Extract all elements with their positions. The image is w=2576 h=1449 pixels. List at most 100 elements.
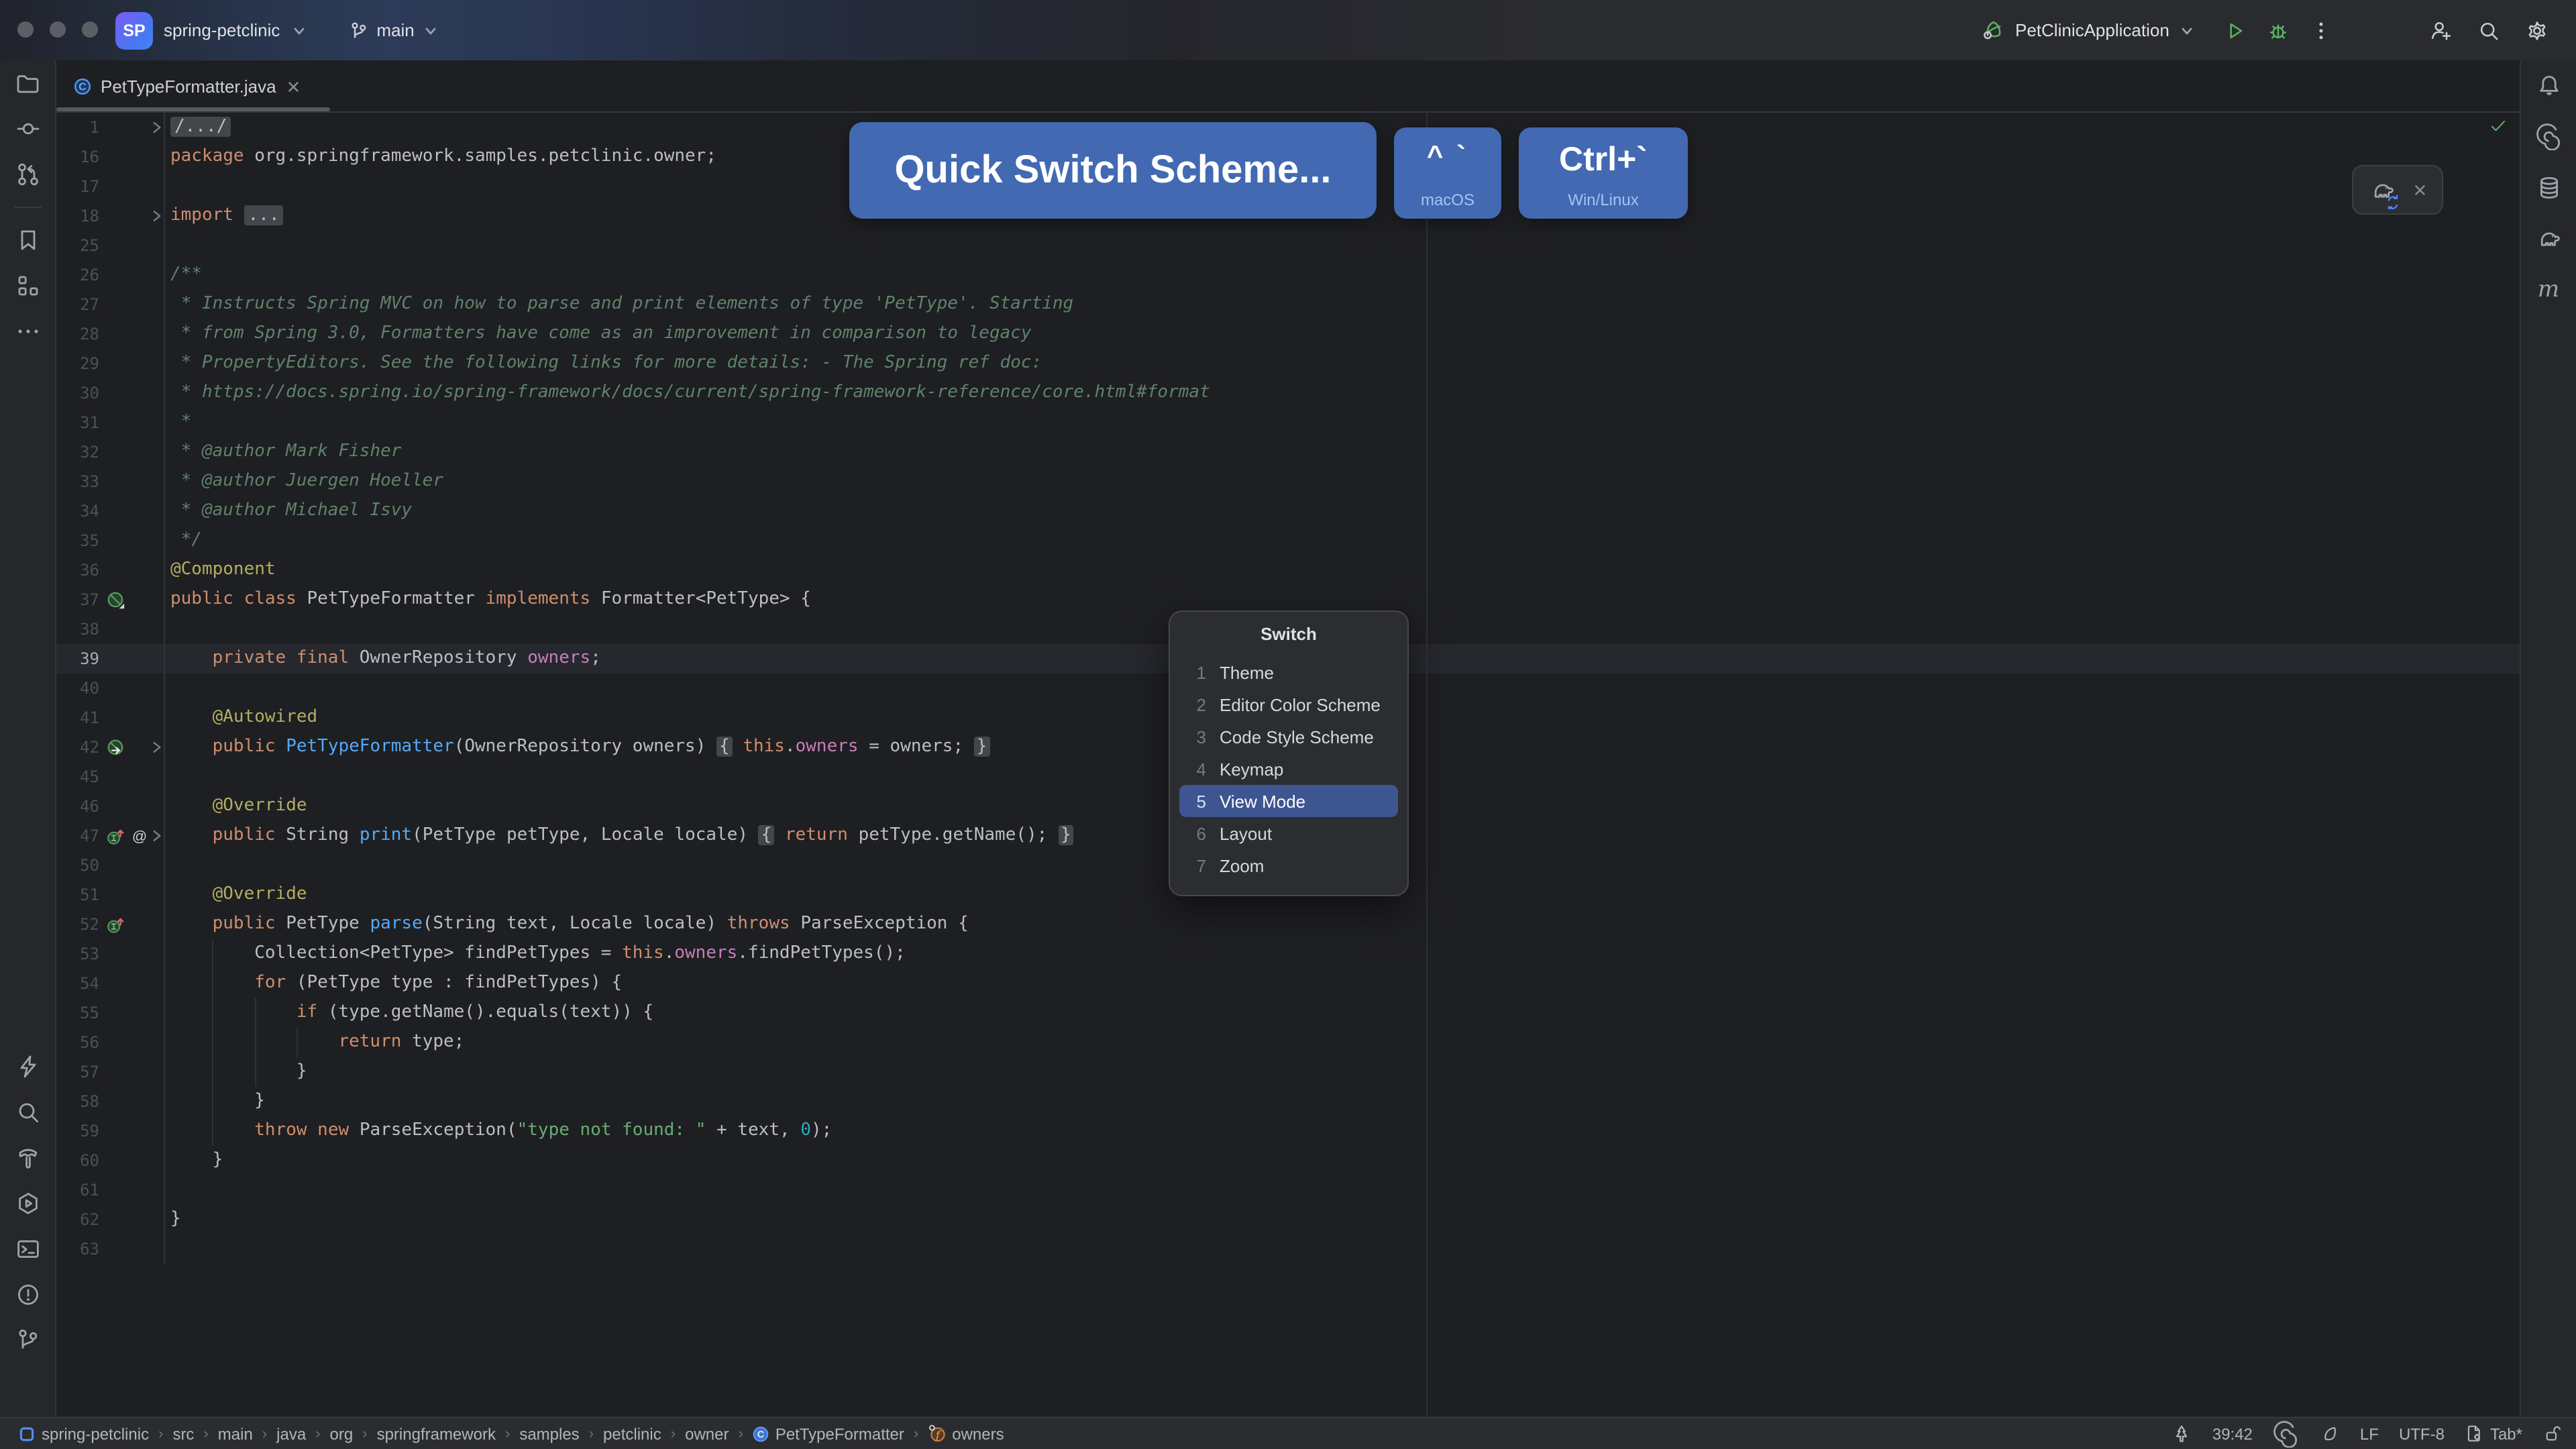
caret-position-widget[interactable]: 39:42: [2212, 1424, 2253, 1443]
bean-gutter-icon[interactable]: [106, 590, 125, 609]
code-text[interactable]: }: [164, 1057, 2520, 1087]
tool-window-button-pull-requests[interactable]: [0, 152, 55, 197]
editor-line-25[interactable]: 25: [56, 231, 2520, 260]
editor-line-30[interactable]: 30 * https://docs.spring.io/spring-frame…: [56, 378, 2520, 408]
code-with-me-button[interactable]: [2428, 18, 2453, 42]
tool-window-button-structure[interactable]: [0, 263, 55, 309]
code-text[interactable]: throw new ParseException("type not found…: [164, 1116, 2520, 1146]
popup-item-theme[interactable]: 1Theme: [1179, 656, 1398, 688]
unlocked-icon[interactable]: [2542, 1424, 2563, 1444]
code-text[interactable]: * Instructs Spring MVC on how to parse a…: [164, 290, 2520, 319]
tool-window-button-more-tool-windows[interactable]: [0, 309, 55, 354]
editor-line-52[interactable]: 52 public PetType parse(String text, Loc…: [56, 910, 2520, 939]
editor-line-36[interactable]: 36@Component: [56, 555, 2520, 585]
editor-line-27[interactable]: 27 * Instructs Spring MVC on how to pars…: [56, 290, 2520, 319]
editor-line-26[interactable]: 26/**: [56, 260, 2520, 290]
code-text[interactable]: * PropertyEditors. See the following lin…: [164, 349, 2520, 378]
code-text[interactable]: * https://docs.spring.io/spring-framewor…: [164, 378, 2520, 408]
editor-line-33[interactable]: 33 * @author Juergen Hoeller: [56, 467, 2520, 496]
editor-line-55[interactable]: 55 if (type.getName().equals(text)) {: [56, 998, 2520, 1028]
code-text[interactable]: * from Spring 3.0, Formatters have come …: [164, 319, 2520, 349]
code-text[interactable]: *: [164, 408, 2520, 437]
breadcrumb-java[interactable]: java: [276, 1424, 306, 1443]
popup-item-zoom[interactable]: 7Zoom: [1179, 849, 1398, 881]
code-text[interactable]: /**: [164, 260, 2520, 290]
code-text[interactable]: }: [164, 1087, 2520, 1116]
proofread-widget-icon[interactable]: [2320, 1424, 2340, 1444]
fold-chevron-icon[interactable]: [149, 828, 165, 844]
editor-line-57[interactable]: 57 }: [56, 1057, 2520, 1087]
tool-window-button-gradle[interactable]: [2521, 213, 2576, 264]
encoding-widget[interactable]: UTF-8: [2399, 1424, 2445, 1443]
breadcrumb-petclinic[interactable]: petclinic: [603, 1424, 661, 1443]
tool-window-button-database[interactable]: [2521, 162, 2576, 213]
popup-item-code-style-scheme[interactable]: 3Code Style Scheme: [1179, 720, 1398, 753]
project-widget[interactable]: SP spring-petclinic main: [115, 0, 439, 60]
load-gradle-changes-widget[interactable]: [2352, 165, 2443, 215]
breadcrumb-samples[interactable]: samples: [519, 1424, 579, 1443]
tool-window-button-problems[interactable]: [0, 1272, 55, 1318]
tool-window-button-commit[interactable]: [0, 106, 55, 152]
at-gutter-icon[interactable]: @: [130, 826, 149, 845]
editor-line-34[interactable]: 34 * @author Michael Isvy: [56, 496, 2520, 526]
close-window-button[interactable]: [17, 21, 34, 38]
window-controls[interactable]: [17, 21, 98, 38]
breadcrumb-org[interactable]: org: [330, 1424, 354, 1443]
close-icon[interactable]: [286, 78, 301, 93]
tool-window-button-terminal[interactable]: [0, 1226, 55, 1272]
popup-item-editor-color-scheme[interactable]: 2Editor Color Scheme: [1179, 688, 1398, 720]
tool-window-button-endpoints[interactable]: [0, 1044, 55, 1089]
indent-widget[interactable]: Tab*: [2465, 1424, 2522, 1444]
bean-arrow-gutter-icon[interactable]: [106, 738, 125, 757]
code-text[interactable]: */: [164, 526, 2520, 555]
editor-line-56[interactable]: 56 return type;: [56, 1028, 2520, 1057]
editor-line-59[interactable]: 59 throw new ParseException("type not fo…: [56, 1116, 2520, 1146]
minimize-window-button[interactable]: [50, 21, 66, 38]
tool-window-button-bookmarks[interactable]: [0, 217, 55, 263]
editor-line-54[interactable]: 54 for (PetType type : findPetTypes) {: [56, 969, 2520, 998]
fold-chevron-icon[interactable]: [149, 119, 165, 136]
editor-line-32[interactable]: 32 * @author Mark Fisher: [56, 437, 2520, 467]
editor-line-31[interactable]: 31 *: [56, 408, 2520, 437]
plugin-widget-icon[interactable]: [2171, 1423, 2192, 1444]
code-text[interactable]: public PetType parse(String text, Locale…: [164, 910, 2520, 939]
tool-window-button-notifications[interactable]: [2521, 60, 2576, 111]
inspections-ok-icon[interactable]: [2489, 117, 2508, 136]
editor-line-28[interactable]: 28 * from Spring 3.0, Formatters have co…: [56, 319, 2520, 349]
code-text[interactable]: * @author Juergen Hoeller: [164, 467, 2520, 496]
run-configuration-widget[interactable]: PetClinicApplication: [1982, 0, 2333, 60]
breadcrumb-springframework[interactable]: springframework: [377, 1424, 496, 1443]
tool-window-button-ai-assistant[interactable]: [2521, 111, 2576, 162]
editor-line-63[interactable]: 63: [56, 1234, 2520, 1264]
tool-window-button-git[interactable]: [0, 1318, 55, 1363]
code-text[interactable]: * @author Mark Fisher: [164, 437, 2520, 467]
branch-widget[interactable]: main: [347, 19, 438, 41]
run-button[interactable]: [2223, 18, 2247, 42]
code-text[interactable]: }: [164, 1205, 2520, 1234]
tool-window-button-maven[interactable]: m: [2521, 264, 2576, 315]
zoom-window-button[interactable]: [82, 21, 98, 38]
close-icon[interactable]: [2412, 182, 2426, 197]
editor-line-62[interactable]: 62}: [56, 1205, 2520, 1234]
override-gutter-icon[interactable]: [106, 915, 125, 934]
ai-assistant-status-icon[interactable]: [2273, 1420, 2300, 1447]
code-text[interactable]: for (PetType type : findPetTypes) {: [164, 969, 2520, 998]
popup-item-layout[interactable]: 6Layout: [1179, 817, 1398, 849]
tool-window-button-build[interactable]: [0, 1135, 55, 1181]
breadcrumb-src[interactable]: src: [172, 1424, 194, 1443]
breadcrumb-owners[interactable]: fowners: [928, 1424, 1004, 1443]
tool-window-button-find[interactable]: [0, 1089, 55, 1135]
gradle-sync-icon[interactable]: [2369, 176, 2396, 203]
editor-line-60[interactable]: 60 }: [56, 1146, 2520, 1175]
code-text[interactable]: if (type.getName().equals(text)) {: [164, 998, 2520, 1028]
tab-pettypeformatter[interactable]: C PetTypeFormatter.java: [56, 60, 317, 111]
code-text[interactable]: Collection<PetType> findPetTypes = this.…: [164, 939, 2520, 969]
code-text[interactable]: * @author Michael Isvy: [164, 496, 2520, 526]
editor-line-29[interactable]: 29 * PropertyEditors. See the following …: [56, 349, 2520, 378]
settings-button[interactable]: [2525, 18, 2549, 42]
debug-button[interactable]: [2266, 18, 2290, 42]
editor-line-58[interactable]: 58 }: [56, 1087, 2520, 1116]
editor-line-53[interactable]: 53 Collection<PetType> findPetTypes = th…: [56, 939, 2520, 969]
line-separator-widget[interactable]: LF: [2360, 1424, 2379, 1443]
search-everywhere-button[interactable]: [2477, 18, 2501, 42]
